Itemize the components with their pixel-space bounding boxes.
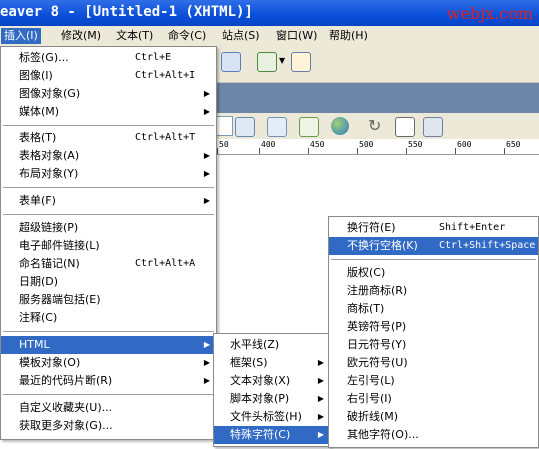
menu-site[interactable]: 站点(S): [219, 28, 263, 44]
menu-item-server-side-include[interactable]: 服务器端包括(E): [1, 291, 216, 309]
menu-item-layout-objects[interactable]: 布局对象(Y) ▶: [1, 165, 216, 183]
menu-item-trademark[interactable]: 商标(T): [329, 300, 538, 318]
menu-commands[interactable]: 命令(C): [165, 28, 209, 44]
ruler-label: 450: [310, 140, 325, 149]
menu-item-table[interactable]: 表格(T) Ctrl+Alt+T: [1, 129, 216, 147]
menu-item-registered[interactable]: 注册商标(R): [329, 282, 538, 300]
ruler: 50 400 450 500 550 600 650: [215, 139, 539, 155]
document-toolbar: ↻: [215, 113, 539, 139]
globe-icon[interactable]: [331, 117, 349, 135]
file-icon[interactable]: [257, 52, 277, 72]
insert-toolbar: ▼: [215, 46, 539, 83]
menu-item-euro[interactable]: 欧元符号(U): [329, 354, 538, 372]
title-input[interactable]: [215, 116, 233, 136]
ruler-label: 550: [408, 140, 423, 149]
menu-text[interactable]: 文本(T): [113, 28, 156, 44]
menu-item-copyright[interactable]: 版权(C): [329, 264, 538, 282]
submenu-arrow-icon: ▶: [317, 412, 324, 421]
menu-item-non-breaking-space[interactable]: 不换行空格(K) Ctrl+Shift+Space: [329, 237, 538, 255]
ruler-label: 400: [261, 140, 276, 149]
refresh-icon[interactable]: ↻: [368, 116, 381, 135]
menu-item-image-objects[interactable]: 图像对象(G) ▶: [1, 85, 216, 103]
watermark: webjx.com: [446, 4, 533, 23]
menu-item-media[interactable]: 媒体(M) ▶: [1, 103, 216, 121]
menu-item-template-objects[interactable]: 模板对象(O) ▶: [1, 354, 216, 372]
menu-item-horizontal-rule[interactable]: 水平线(Z): [214, 336, 330, 354]
layout-icon[interactable]: [221, 52, 241, 72]
menu-item-customize-favorites[interactable]: 自定义收藏夹(U)...: [1, 399, 216, 417]
browser-check-icon[interactable]: [235, 117, 255, 137]
dropdown-arrow-icon[interactable]: ▼: [279, 56, 285, 65]
menu-item-frames[interactable]: 框架(S) ▶: [214, 354, 330, 372]
menu-item-em-dash[interactable]: 破折线(M): [329, 408, 538, 426]
menu-item-hyperlink[interactable]: 超级链接(P): [1, 219, 216, 237]
submenu-arrow-icon: ▶: [203, 196, 210, 205]
menu-item-text-objects[interactable]: 文本对象(X) ▶: [214, 372, 330, 390]
menu-bar: 插入(I) 修改(M) 文本(T) 命令(C) 站点(S) 窗口(W) 帮助(H…: [0, 26, 539, 47]
menu-item-left-quote[interactable]: 左引号(L): [329, 372, 538, 390]
submenu-arrow-icon: ▶: [203, 151, 210, 160]
submenu-arrow-icon: ▶: [317, 358, 324, 367]
submenu-arrow-icon: ▶: [203, 340, 210, 349]
submenu-arrow-icon: ▶: [203, 89, 210, 98]
submenu-arrow-icon: ▶: [317, 430, 324, 439]
panel-strip: [215, 83, 539, 113]
menu-item-other-characters[interactable]: 其他字符(O)...: [329, 426, 538, 444]
menu-item-comment[interactable]: 注释(C): [1, 309, 216, 327]
menu-item-html[interactable]: HTML ▶: [1, 336, 216, 354]
menu-item-date[interactable]: 日期(D): [1, 273, 216, 291]
ruler-label: 600: [457, 140, 472, 149]
title-bar: eaver 8 - [Untitled-1 (XHTML)] webjx.com: [0, 0, 539, 26]
menu-item-image[interactable]: 图像(I) Ctrl+Alt+I: [1, 67, 216, 85]
menu-item-script-objects[interactable]: 脚本对象(P) ▶: [214, 390, 330, 408]
menu-window[interactable]: 窗口(W): [273, 28, 320, 44]
html-submenu: 水平线(Z) 框架(S) ▶ 文本对象(X) ▶ 脚本对象(P) ▶ 文件头标签(H)…: [213, 333, 331, 447]
debug-icon[interactable]: [267, 117, 287, 137]
menu-item-form[interactable]: 表单(F) ▶: [1, 192, 216, 210]
menu-item-named-anchor[interactable]: 命名锚记(N) Ctrl+Alt+A: [1, 255, 216, 273]
menu-item-tag[interactable]: 标签(G)... Ctrl+E: [1, 49, 216, 67]
menu-item-email-link[interactable]: 电子邮件链接(L): [1, 237, 216, 255]
menu-help[interactable]: 帮助(H): [326, 28, 371, 44]
menu-item-head-tags[interactable]: 文件头标签(H) ▶: [214, 408, 330, 426]
menu-item-yen[interactable]: 日元符号(Y): [329, 336, 538, 354]
validate-icon[interactable]: [299, 117, 319, 137]
submenu-arrow-icon: ▶: [317, 376, 324, 385]
submenu-arrow-icon: ▶: [203, 169, 210, 178]
ruler-label: 650: [506, 140, 521, 149]
menu-item-right-quote[interactable]: 右引号(I): [329, 390, 538, 408]
submenu-arrow-icon: ▶: [203, 107, 210, 116]
submenu-arrow-icon: ▶: [203, 376, 210, 385]
window-title: eaver 8 - [Untitled-1 (XHTML)]: [0, 4, 253, 20]
special-characters-submenu: 换行符(E) Shift+Enter 不换行空格(K) Ctrl+Shift+Spa…: [328, 216, 539, 448]
menu-item-get-more-objects[interactable]: 获取更多对象(G)...: [1, 417, 216, 435]
properties-icon[interactable]: [291, 52, 311, 72]
menu-insert[interactable]: 插入(I): [1, 28, 41, 44]
menu-item-recent-snippets[interactable]: 最近的代码片断(R) ▶: [1, 372, 216, 390]
submenu-arrow-icon: ▶: [203, 358, 210, 367]
submenu-arrow-icon: ▶: [317, 394, 324, 403]
visual-aids-icon[interactable]: [423, 117, 443, 137]
menu-item-special-characters[interactable]: 特殊字符(C) ▶: [214, 426, 330, 444]
insert-menu: 标签(G)... Ctrl+E 图像(I) Ctrl+Alt+I 图像对象(G) ▶ …: [0, 46, 217, 440]
menu-item-pound[interactable]: 英镑符号(P): [329, 318, 538, 336]
view-options-icon[interactable]: [395, 117, 415, 137]
menu-item-line-break[interactable]: 换行符(E) Shift+Enter: [329, 219, 538, 237]
menu-item-table-objects[interactable]: 表格对象(A) ▶: [1, 147, 216, 165]
ruler-label: 50: [219, 140, 229, 149]
menu-modify[interactable]: 修改(M): [58, 28, 104, 44]
ruler-label: 500: [359, 140, 374, 149]
